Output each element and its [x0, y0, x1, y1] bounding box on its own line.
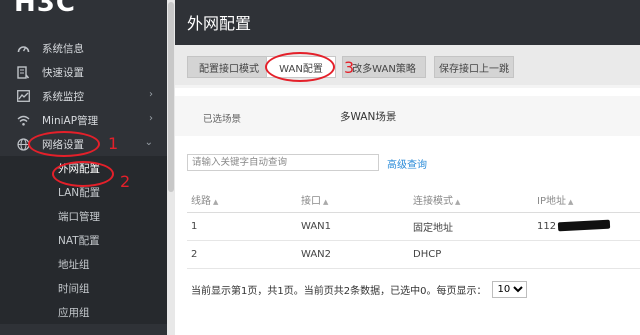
sidebar-item-label: 系统信息	[42, 42, 84, 55]
search-input[interactable]	[187, 154, 379, 171]
tab-save-interface-nexthop[interactable]: 保存接口上一跳	[434, 56, 514, 78]
cell-ip: 112	[533, 212, 640, 241]
sidebar-item-system-info[interactable]: 系统信息	[0, 36, 167, 60]
col-header-label: 线路	[191, 196, 211, 208]
table-row[interactable]: 1 WAN1 固定地址 112	[187, 212, 640, 241]
cell-line: 1	[187, 212, 297, 241]
redaction-mark	[557, 219, 611, 232]
ip-text: 112	[537, 220, 557, 232]
sort-icon[interactable]: ▲	[568, 198, 573, 206]
sidebar-menu: 系统信息 快速设置 系统监控 › MiniAP管理 › 网络设置 ⌄ 外网配置 …	[0, 36, 167, 324]
cell-mode: DHCP	[409, 240, 533, 269]
pagination-text: 当前显示第1页，共1页。当前页共2条数据，已选中0。每页显示：	[191, 286, 487, 297]
sidebar: H3C 系统信息 快速设置 系统监控 › MiniAP管理 › 网络设置 ⌄ 外…	[0, 0, 167, 335]
chart-icon	[16, 89, 30, 103]
wan-table: 线路 ▲ 接口 ▲ 连接模式 ▲ IP地址 ▲ 1 WAN1 固定地址 112 2 WA…	[187, 188, 640, 269]
col-header-label: 接口	[301, 196, 321, 208]
pagination: 当前显示第1页，共1页。当前页共2条数据，已选中0。每页显示： 10	[191, 281, 528, 298]
annotation-number-1: 1	[108, 134, 119, 153]
chevron-right-icon: ›	[149, 113, 153, 124]
tab-multi-wan-policy[interactable]: 改多WAN策略	[342, 56, 426, 78]
col-header-interface[interactable]: 接口 ▲	[297, 188, 409, 213]
sidebar-item-port-management[interactable]: 端口管理	[0, 204, 167, 228]
cell-line: 2	[187, 240, 297, 269]
sidebar-item-label: MiniAP管理	[42, 114, 99, 127]
sidebar-item-lan-config[interactable]: LAN配置	[0, 180, 167, 204]
sidebar-item-label: 网络设置	[42, 138, 84, 151]
chevron-down-icon: ⌄	[144, 137, 153, 148]
globe-icon	[16, 137, 30, 151]
scrollbar-thumb[interactable]	[168, 2, 174, 192]
chevron-right-icon: ›	[149, 89, 153, 100]
sidebar-item-time-group[interactable]: 时间组	[0, 276, 167, 300]
tab-bar: 配置接口模式 WAN配置 改多WAN策略 保存接口上一跳	[175, 45, 640, 85]
advanced-search-link[interactable]: 高级查询	[387, 156, 427, 171]
sort-icon[interactable]: ▲	[213, 198, 218, 206]
table-header-row: 线路 ▲ 接口 ▲ 连接模式 ▲ IP地址 ▲	[187, 188, 640, 213]
sort-icon[interactable]: ▲	[323, 198, 328, 206]
col-header-mode[interactable]: 连接模式 ▲	[409, 188, 533, 213]
page-header: 外网配置	[175, 0, 640, 45]
col-header-line[interactable]: 线路 ▲	[187, 188, 297, 213]
network-settings-submenu: 外网配置 LAN配置 端口管理 NAT配置 地址组 时间组 应用组	[0, 156, 167, 324]
wifi-icon	[16, 113, 30, 127]
sidebar-item-label: 快速设置	[42, 66, 84, 79]
page-title: 外网配置	[187, 14, 252, 33]
scene-label: 已选场景	[203, 114, 242, 125]
sidebar-item-wan-config[interactable]: 外网配置	[0, 156, 167, 180]
sidebar-item-app-group[interactable]: 应用组	[0, 300, 167, 324]
col-header-label: IP地址	[537, 196, 566, 208]
tab-interface-mode[interactable]: 配置接口模式	[187, 56, 271, 78]
scene-value: 多WAN场景	[340, 111, 397, 123]
sort-icon[interactable]: ▲	[455, 198, 460, 206]
brand-logo: H3C	[14, 0, 76, 18]
gauge-icon	[16, 41, 30, 55]
sidebar-item-address-group[interactable]: 地址组	[0, 252, 167, 276]
annotation-number-3: 3	[344, 58, 355, 77]
annotation-number-2: 2	[120, 172, 131, 191]
col-header-label: 连接模式	[413, 196, 453, 208]
sidebar-item-miniap[interactable]: MiniAP管理 ›	[0, 108, 167, 132]
table-row[interactable]: 2 WAN2 DHCP	[187, 240, 640, 269]
cell-ip	[533, 240, 640, 269]
sidebar-item-label: 系统监控	[42, 90, 84, 103]
sidebar-scrollbar[interactable]	[167, 0, 175, 335]
main-content: 已选场景 多WAN场景 高级查询 线路▲ 接口▲ 连接模式▲ IP地址▲ 1 W…	[175, 88, 640, 335]
selected-scene-row: 已选场景 多WAN场景	[175, 96, 640, 136]
page-size-select[interactable]: 10	[492, 281, 528, 298]
cell-interface: WAN2	[297, 240, 409, 269]
sidebar-item-nat-config[interactable]: NAT配置	[0, 228, 167, 252]
sidebar-item-quick-setup[interactable]: 快速设置	[0, 60, 167, 84]
cell-interface: WAN1	[297, 212, 409, 241]
tab-wan-config[interactable]: WAN配置	[266, 56, 336, 78]
col-header-ip[interactable]: IP地址 ▲	[533, 188, 640, 213]
sidebar-item-network-settings[interactable]: 网络设置 ⌄	[0, 132, 167, 156]
sidebar-item-system-monitor[interactable]: 系统监控 ›	[0, 84, 167, 108]
wizard-icon	[16, 65, 30, 79]
cell-mode: 固定地址	[409, 212, 533, 241]
